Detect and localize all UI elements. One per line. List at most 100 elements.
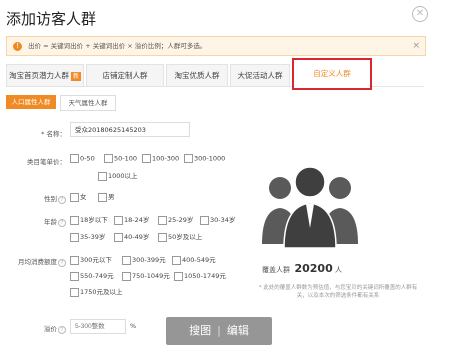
people-group-icon (262, 166, 358, 249)
category-option[interactable]: 1000以上 (98, 170, 138, 181)
search-image-link[interactable]: 搜图 (189, 324, 211, 337)
checkbox[interactable] (122, 271, 131, 281)
gender-option[interactable]: 男 (98, 191, 115, 202)
tab-label: 大促活动人群 (237, 71, 283, 80)
spend-option[interactable]: 1750元及以上 (70, 286, 123, 297)
spend-label: 月均消费额度? (6, 256, 66, 267)
notice-text: 出价 = 关键词出价 + 关键词出价 × 溢价比例；人群可多选。 (28, 42, 207, 50)
age-option[interactable]: 40-49岁 (114, 231, 149, 242)
age-option[interactable]: 25-29岁 (158, 214, 193, 225)
age-option[interactable]: 35-39岁 (70, 231, 105, 242)
option-label: 25-29岁 (168, 216, 194, 224)
checkbox[interactable] (142, 154, 151, 163)
option-label: 1000以上 (108, 172, 138, 180)
checkbox[interactable] (174, 271, 183, 281)
edit-link[interactable]: 编辑 (227, 324, 249, 337)
tab-label: 淘宝优质人群 (174, 71, 220, 80)
divider: | (217, 324, 221, 337)
option-label: 18-24岁 (124, 216, 150, 224)
category-option[interactable]: 300-1000 (184, 154, 225, 163)
spend-option[interactable]: 550-749元 (70, 270, 114, 281)
spend-option[interactable]: 750-1049元 (122, 270, 170, 281)
age-option[interactable]: 50岁及以上 (158, 231, 202, 242)
help-icon[interactable]: ? (58, 219, 66, 227)
premium-unit: % (130, 322, 137, 330)
category-option[interactable]: 100-300 (142, 154, 179, 163)
coverage-value: 20200 (294, 262, 333, 275)
help-icon[interactable]: ? (58, 259, 66, 267)
checkbox[interactable] (158, 232, 167, 242)
help-icon[interactable]: ? (58, 326, 66, 334)
coverage-summary: 覆盖人群 20200 人 (262, 262, 342, 275)
checkbox[interactable] (122, 255, 131, 265)
age-option[interactable]: 18岁以下 (70, 214, 108, 225)
gender-label: 性别? (6, 193, 66, 204)
option-label: 1050-1749元 (184, 272, 226, 280)
tab-promotion[interactable]: 大促活动人群 (230, 64, 290, 87)
checkbox[interactable] (70, 287, 79, 297)
option-label: 18岁以下 (80, 216, 108, 224)
category-label: 类目笔单价： (27, 158, 66, 166)
coverage-unit: 人 (334, 266, 342, 274)
watermark-overlay[interactable]: 搜图 | 编辑 (166, 317, 272, 345)
tab-custom[interactable]: 自定义人群 (292, 58, 372, 90)
checkbox[interactable] (114, 232, 123, 242)
age-label: 年龄? (6, 216, 66, 227)
checkbox[interactable] (70, 232, 79, 242)
age-option[interactable]: 18-24岁 (114, 214, 149, 225)
tab-label: 店铺定制人群 (102, 71, 148, 80)
category-option[interactable]: 50-100 (104, 154, 137, 163)
option-label: 750-1049元 (132, 272, 170, 280)
checkbox[interactable] (70, 192, 79, 202)
option-label: 400-549元 (182, 256, 216, 264)
close-icon[interactable]: ✕ (412, 6, 428, 22)
subtab-weather[interactable]: 天气属性人群 (60, 95, 116, 111)
spend-option[interactable]: 300-399元 (122, 254, 166, 265)
premium-input[interactable] (70, 319, 126, 334)
checkbox[interactable] (70, 255, 79, 265)
checkbox[interactable] (98, 171, 107, 181)
coverage-note: * 此处的覆盖人群数为预估值，与您宝贝的关键词所覆盖的人群有关，以及本次的筛选条… (258, 285, 418, 299)
info-icon: ! (13, 41, 22, 51)
checkbox[interactable] (114, 215, 123, 225)
age-option[interactable]: 30-34岁 (200, 214, 235, 225)
option-label: 30-34岁 (210, 216, 236, 224)
checkbox[interactable] (172, 255, 181, 265)
tab-store-custom[interactable]: 店铺定制人群 (86, 64, 164, 87)
checkbox[interactable] (104, 154, 113, 163)
option-label: 300-1000 (194, 154, 226, 163)
option-label: 1750元及以上 (80, 288, 123, 296)
checkbox[interactable] (158, 215, 167, 225)
category-option[interactable]: 0-50 (70, 154, 95, 163)
spend-option[interactable]: 1050-1749元 (174, 270, 226, 281)
option-label: 50岁及以上 (168, 233, 203, 241)
gender-option[interactable]: 女 (70, 191, 87, 202)
checkbox[interactable] (70, 215, 79, 225)
subtab-demographic[interactable]: 人口属性人群 (6, 95, 56, 109)
spend-option[interactable]: 400-549元 (172, 254, 216, 265)
spend-option[interactable]: 300元以下 (70, 254, 112, 265)
checkbox[interactable] (70, 271, 79, 281)
tab-homepage-potential[interactable]: 淘宝首页潜力人群新 (6, 64, 84, 87)
audience-tabs: 淘宝首页潜力人群新 店铺定制人群 淘宝优质人群 大促活动人群 自定义人群 (6, 58, 424, 90)
help-icon[interactable]: ? (58, 196, 66, 204)
tab-taobao-quality[interactable]: 淘宝优质人群 (166, 64, 228, 87)
checkbox[interactable] (184, 154, 193, 163)
coverage-label: 覆盖人群 (262, 266, 290, 274)
spend-label-text: 月均消费额度 (18, 258, 57, 266)
option-label: 40-49岁 (124, 233, 150, 241)
notice-bar: ! 出价 = 关键词出价 + 关键词出价 × 溢价比例；人群可多选。 × (6, 36, 426, 56)
tab-label: 淘宝首页潜力人群 (8, 71, 69, 80)
premium-label-text: 溢价 (44, 325, 57, 333)
dialog-title: 添加访客人群 (6, 10, 97, 28)
option-label: 550-749元 (80, 272, 114, 280)
checkbox[interactable] (98, 192, 107, 202)
name-label: * 名称： (41, 130, 66, 138)
premium-label: 溢价? (6, 323, 66, 334)
checkbox[interactable] (200, 215, 209, 225)
notice-close-icon[interactable]: × (412, 37, 420, 55)
checkbox[interactable] (70, 154, 79, 163)
name-input[interactable]: 受众20180625145203 (70, 122, 190, 137)
option-label: 0-50 (80, 154, 95, 163)
age-label-text: 年龄 (44, 218, 57, 226)
